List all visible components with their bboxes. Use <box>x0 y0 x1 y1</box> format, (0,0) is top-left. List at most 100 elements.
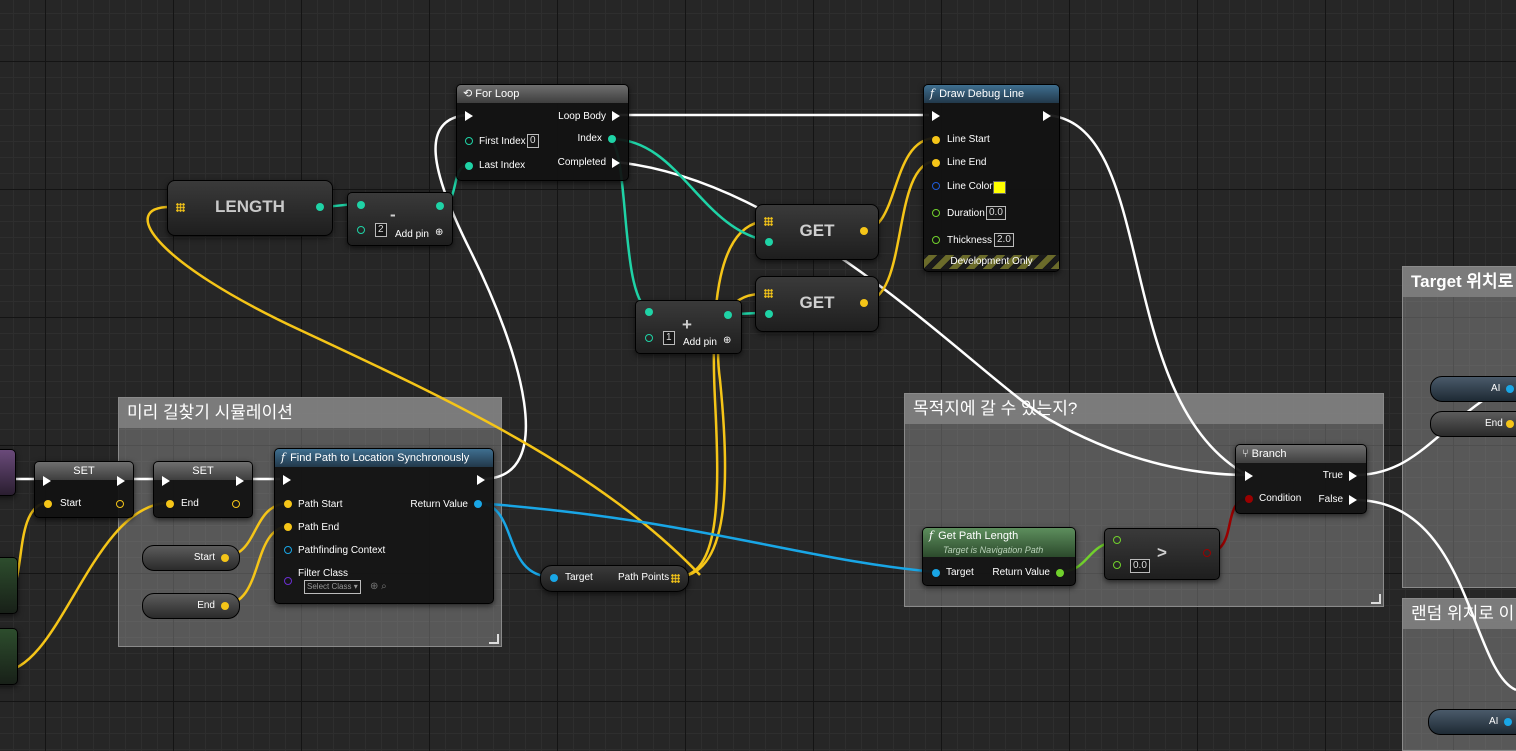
add-value-input[interactable]: 1 <box>663 331 675 345</box>
array-input-icon[interactable] <box>764 217 773 226</box>
line-color-pin[interactable] <box>932 182 940 190</box>
length-node[interactable]: LENGTH <box>167 180 333 236</box>
subtract-node[interactable]: 2 - Add pin ⊕ <box>347 192 453 246</box>
exec-in-pin[interactable] <box>465 111 473 121</box>
add-input-b-pin[interactable] <box>645 334 653 342</box>
start-variable-pin[interactable] <box>221 554 229 562</box>
loop-body-exec-pin[interactable] <box>612 111 620 121</box>
add-pin-icon[interactable]: ⊕ <box>723 335 731 346</box>
set-end-node[interactable]: SET End <box>153 461 253 518</box>
wire-vector <box>675 220 761 579</box>
index-pin[interactable] <box>608 135 616 143</box>
false-exec-pin[interactable] <box>1349 495 1357 505</box>
offscreen-node[interactable] <box>0 628 18 685</box>
target-pin[interactable] <box>550 574 558 582</box>
comment-title: 랜덤 위치로 이 <box>1403 599 1516 629</box>
thickness-pin[interactable] <box>932 236 940 244</box>
end-variable-node[interactable]: End <box>142 593 240 619</box>
end-variable-pin[interactable] <box>1506 420 1514 428</box>
end-input-pin[interactable] <box>166 500 174 508</box>
path-end-pin[interactable] <box>284 523 292 531</box>
true-exec-pin[interactable] <box>1349 471 1357 481</box>
add-pin-label[interactable]: Add pin <box>683 337 717 348</box>
index-label: Index <box>577 133 602 144</box>
array-input-icon[interactable] <box>176 203 185 212</box>
array-output-icon[interactable] <box>671 574 680 583</box>
end-output-pin[interactable] <box>232 500 240 508</box>
start-output-pin[interactable] <box>116 500 124 508</box>
branch-node[interactable]: ⑂ Branch True Condition False <box>1235 444 1367 514</box>
exec-out-pin[interactable] <box>117 476 125 486</box>
exec-out-pin[interactable] <box>477 475 485 485</box>
line-color-swatch[interactable] <box>993 181 1006 194</box>
first-index-input[interactable]: 0 <box>527 134 539 148</box>
greater-value-input[interactable]: 0.0 <box>1130 559 1150 573</box>
add-input-a-pin[interactable] <box>645 308 653 316</box>
get-path-length-node[interactable]: f Get Path Length Target is Navigation Pa… <box>922 527 1076 586</box>
ai-variable-pin[interactable] <box>1504 718 1512 726</box>
index-input-pin[interactable] <box>765 238 773 246</box>
add-node[interactable]: 1 + Add pin ⊕ <box>635 300 742 354</box>
offscreen-node[interactable] <box>0 557 18 614</box>
line-start-pin[interactable] <box>932 136 940 144</box>
subtract-input-b-pin[interactable] <box>357 226 365 234</box>
duration-pin[interactable] <box>932 209 940 217</box>
return-value-pin[interactable] <box>1056 569 1064 577</box>
node-title: Get Path Length <box>938 530 1019 542</box>
greater-input-b-pin[interactable] <box>1113 561 1121 569</box>
greater-node[interactable]: 0.0 > <box>1104 528 1220 580</box>
get-output-pin[interactable] <box>860 299 868 307</box>
offscreen-node[interactable] <box>0 449 16 496</box>
array-input-icon[interactable] <box>764 289 773 298</box>
get-node[interactable]: GET <box>755 276 879 332</box>
exec-out-pin[interactable] <box>236 476 244 486</box>
exec-in-pin[interactable] <box>43 476 51 486</box>
exec-in-pin[interactable] <box>932 111 940 121</box>
add-pin-icon[interactable]: ⊕ <box>435 227 443 238</box>
condition-pin[interactable] <box>1245 495 1253 503</box>
ai-variable-node[interactable]: AI <box>1430 376 1516 402</box>
index-input-pin[interactable] <box>765 310 773 318</box>
add-pin-label[interactable]: Add pin <box>395 229 429 240</box>
greater-output-pin[interactable] <box>1203 549 1211 557</box>
length-output-pin[interactable] <box>316 203 324 211</box>
line-end-pin[interactable] <box>932 159 940 167</box>
exec-out-pin[interactable] <box>1043 111 1051 121</box>
pathfinding-context-pin[interactable] <box>284 546 292 554</box>
subtract-input-a-pin[interactable] <box>357 201 365 209</box>
find-path-node[interactable]: f Find Path to Location Synchronously Pat… <box>274 448 494 604</box>
ai-variable-pin[interactable] <box>1506 385 1514 393</box>
resize-handle-icon[interactable] <box>1371 594 1381 604</box>
ai-variable-node[interactable]: AI <box>1428 709 1516 735</box>
exec-in-pin[interactable] <box>283 475 291 485</box>
path-points-node[interactable]: Target Path Points <box>540 565 689 592</box>
start-input-pin[interactable] <box>44 500 52 508</box>
for-loop-node[interactable]: ⟲ For Loop Loop Body First Index 0 Index… <box>456 84 629 181</box>
get-node[interactable]: GET <box>755 204 879 260</box>
exec-in-pin[interactable] <box>162 476 170 486</box>
false-label: False <box>1318 494 1343 505</box>
target-pin[interactable] <box>932 569 940 577</box>
exec-in-pin[interactable] <box>1245 471 1253 481</box>
greater-input-a-pin[interactable] <box>1113 536 1121 544</box>
return-value-pin[interactable] <box>474 500 482 508</box>
path-start-pin[interactable] <box>284 500 292 508</box>
subtract-output-pin[interactable] <box>436 202 444 210</box>
filter-class-pin[interactable] <box>284 577 292 585</box>
first-index-pin[interactable] <box>465 137 473 145</box>
last-index-pin[interactable] <box>465 162 473 170</box>
thickness-input[interactable]: 2.0 <box>994 233 1014 247</box>
select-class-dropdown[interactable]: Select Class ▾ <box>304 580 361 594</box>
get-output-pin[interactable] <box>860 227 868 235</box>
completed-exec-pin[interactable] <box>612 158 620 168</box>
set-start-node[interactable]: SET Start <box>34 461 134 518</box>
start-variable-node[interactable]: Start <box>142 545 240 571</box>
draw-debug-line-node[interactable]: f Draw Debug Line Line Start Line End Lin… <box>923 84 1060 272</box>
duration-input[interactable]: 0.0 <box>986 206 1006 220</box>
resize-handle-icon[interactable] <box>489 634 499 644</box>
subtract-value-input[interactable]: 2 <box>375 223 387 237</box>
end-variable-node[interactable]: End <box>1430 411 1516 437</box>
browse-icon[interactable]: ⊕ ⌕ <box>370 581 387 592</box>
add-output-pin[interactable] <box>724 311 732 319</box>
end-variable-pin[interactable] <box>221 602 229 610</box>
